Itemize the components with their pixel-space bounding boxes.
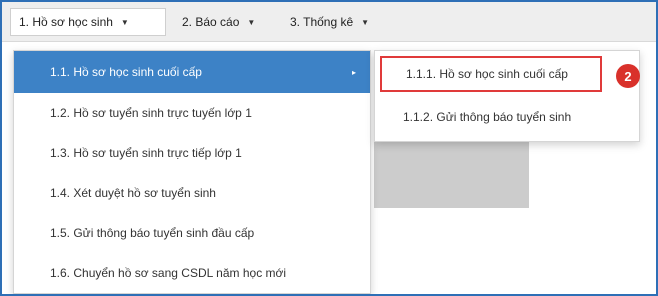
dropdown-item-ho-so-cuoi-cap[interactable]: 1.1. Hồ sơ học sinh cuối cấp ▸: [14, 51, 370, 93]
menu-label: 1. Hồ sơ học sinh: [19, 15, 113, 29]
dropdown-item-xet-duyet[interactable]: 1.4. Xét duyệt hồ sơ tuyển sinh: [14, 173, 370, 213]
menu-thong-ke[interactable]: 3. Thống kê ▼: [282, 8, 377, 36]
submenu-item-ho-so-cuoi-cap[interactable]: 1.1.1. Hồ sơ học sinh cuối cấp: [380, 56, 602, 92]
dropdown-item-label: 1.5. Gửi thông báo tuyển sinh đầu cấp: [50, 226, 255, 240]
dropdown-item-gui-thong-bao-dau-cap[interactable]: 1.5. Gửi thông báo tuyển sinh đầu cấp: [14, 213, 370, 253]
dropdown-item-label: 1.2. Hồ sơ tuyển sinh trực tuyến lớp 1: [50, 106, 252, 120]
step-number-badge: 2: [616, 64, 640, 88]
top-menubar: 1. Hồ sơ học sinh ▼ 2. Báo cáo ▼ 3. Thốn…: [2, 2, 656, 42]
dropdown-item-label: 1.3. Hồ sơ tuyển sinh trực tiếp lớp 1: [50, 146, 242, 160]
submenu-ho-so-cuoi-cap: 1.1.1. Hồ sơ học sinh cuối cấp 1.1.2. Gử…: [374, 50, 640, 142]
submenu-item-label: 1.1.1. Hồ sơ học sinh cuối cấp: [406, 67, 568, 81]
chevron-right-icon: ▸: [351, 67, 356, 77]
dropdown-item-label: 1.6. Chuyển hồ sơ sang CSDL năm học mới: [50, 266, 287, 280]
menu-bao-cao[interactable]: 2. Báo cáo ▼: [174, 8, 263, 36]
screenshot-frame: 1. Hồ sơ học sinh ▼ 2. Báo cáo ▼ 3. Thốn…: [0, 0, 658, 296]
submenu-item-gui-thong-bao[interactable]: 1.1.2. Gửi thông báo tuyển sinh: [375, 99, 639, 135]
dropdown-item-tuyen-sinh-truc-tuyen[interactable]: 1.2. Hồ sơ tuyển sinh trực tuyến lớp 1: [14, 93, 370, 133]
caret-down-icon: ▼: [120, 17, 129, 27]
menu-label: 2. Báo cáo: [182, 15, 240, 29]
caret-down-icon: ▼: [247, 17, 256, 27]
menu-ho-so-hoc-sinh[interactable]: 1. Hồ sơ học sinh ▼: [10, 8, 166, 36]
dropdown-item-chuyen-ho-so[interactable]: 1.6. Chuyển hồ sơ sang CSDL năm học mới: [14, 253, 370, 293]
dropdown-item-label: 1.4. Xét duyệt hồ sơ tuyển sinh: [50, 186, 216, 200]
background-panel: [374, 142, 529, 208]
menu-label: 3. Thống kê: [290, 15, 354, 29]
dropdown-item-label: 1.1. Hồ sơ học sinh cuối cấp: [50, 65, 202, 79]
dropdown-menu-ho-so: 1.1. Hồ sơ học sinh cuối cấp ▸ 1.2. Hồ s…: [13, 50, 371, 294]
submenu-item-label: 1.1.2. Gửi thông báo tuyển sinh: [403, 110, 572, 124]
dropdown-item-tuyen-sinh-truc-tiep[interactable]: 1.3. Hồ sơ tuyển sinh trực tiếp lớp 1: [14, 133, 370, 173]
caret-down-icon: ▼: [361, 17, 370, 27]
